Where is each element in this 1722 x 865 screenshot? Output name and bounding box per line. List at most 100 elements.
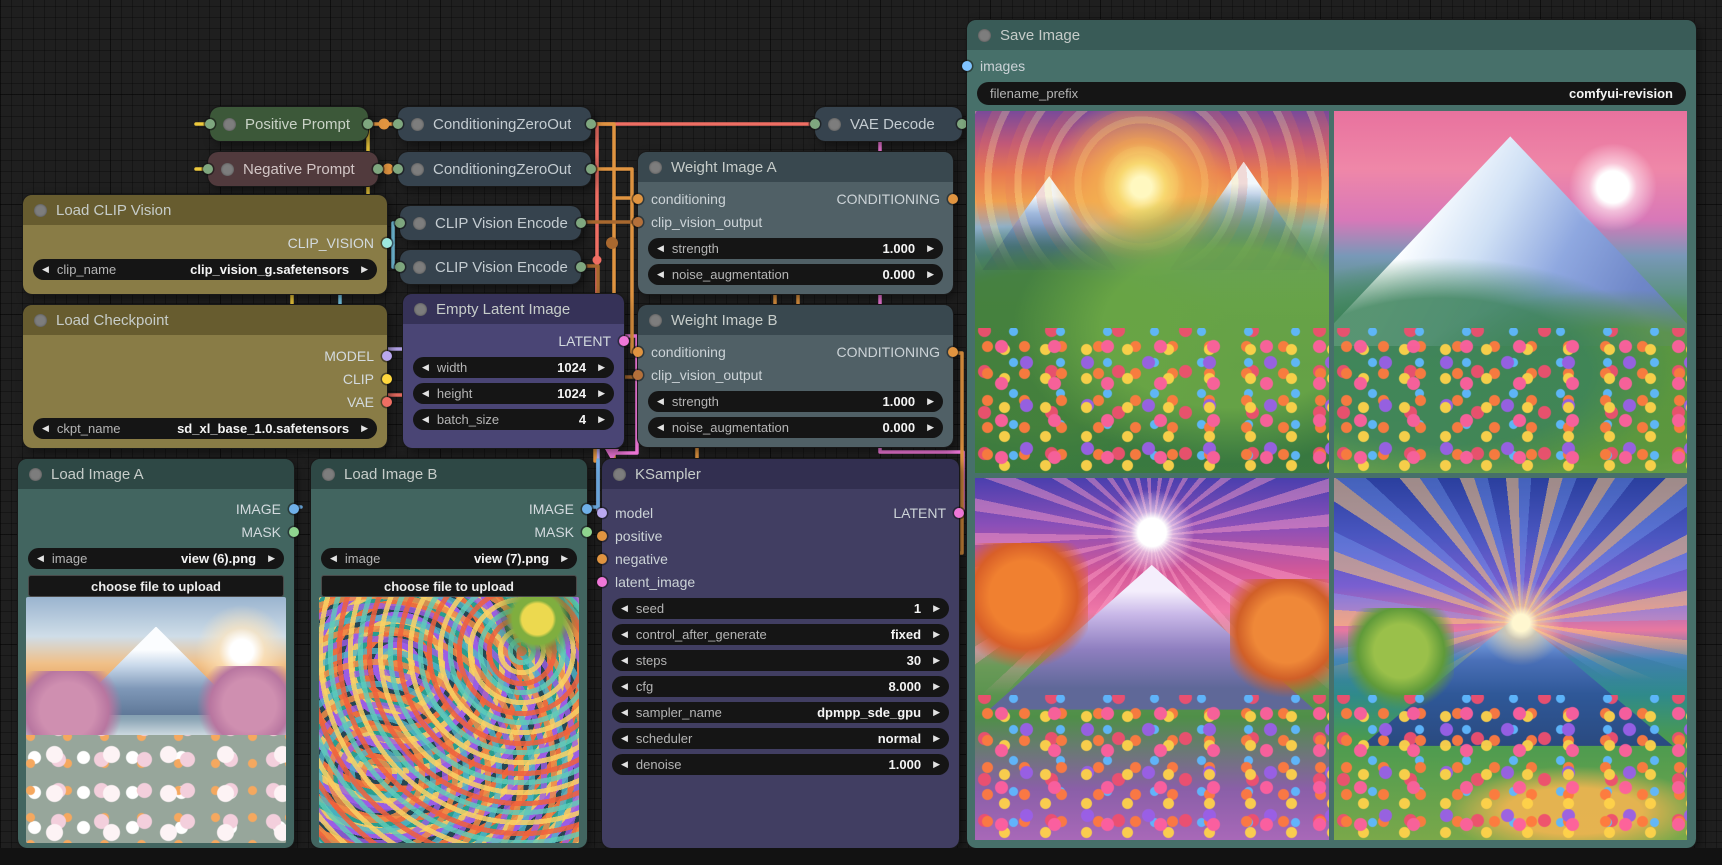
positive-input-dot[interactable]	[597, 531, 607, 541]
increment-arrow-icon[interactable]: ▶	[598, 389, 605, 398]
increment-arrow-icon[interactable]: ▶	[933, 604, 940, 613]
image-output-dot[interactable]	[582, 504, 592, 514]
decrement-arrow-icon[interactable]: ◀	[621, 656, 628, 665]
latent-output-dot[interactable]	[619, 336, 629, 346]
conditioning-input-dot[interactable]	[633, 347, 643, 357]
widget-image[interactable]: ◀ image view (6).png ▶	[28, 548, 284, 569]
increment-arrow-icon[interactable]: ▶	[561, 554, 568, 563]
node-empty-latent-image[interactable]: Empty Latent Image LATENT ◀ width 1024 ▶…	[403, 294, 624, 448]
widget-image[interactable]: ◀ image view (7).png ▶	[321, 548, 577, 569]
increment-arrow-icon[interactable]: ▶	[268, 554, 275, 563]
collapse-dot[interactable]	[649, 314, 662, 327]
comfyui-canvas[interactable]: { "icons": {"left_arrow": "◀", "right_ar…	[0, 0, 1722, 865]
collapse-dot[interactable]	[414, 303, 427, 316]
node-weight-image-b[interactable]: Weight Image B conditioning CONDITIONING…	[638, 305, 953, 447]
widget-cfg[interactable]: ◀ cfg 8.000 ▶	[612, 676, 949, 697]
collapsed-output-pin[interactable]	[576, 218, 586, 228]
collapsed-output-pin[interactable]	[373, 164, 383, 174]
decrement-arrow-icon[interactable]: ◀	[621, 630, 628, 639]
increment-arrow-icon[interactable]: ▶	[933, 630, 940, 639]
node-clip-vision-encode-2[interactable]: CLIP Vision Encode	[400, 250, 581, 284]
latent-image-input-dot[interactable]	[597, 577, 607, 587]
widget-sampler-name[interactable]: ◀ sampler_name dpmpp_sde_gpu ▶	[612, 702, 949, 723]
collapsed-input-pin[interactable]	[393, 164, 403, 174]
collapsed-input-pin[interactable]	[203, 164, 213, 174]
widget-noise-augmentation[interactable]: ◀ noise_augmentation 0.000 ▶	[648, 264, 943, 285]
increment-arrow-icon[interactable]: ▶	[933, 682, 940, 691]
collapsed-input-pin[interactable]	[205, 119, 215, 129]
collapse-dot[interactable]	[29, 468, 42, 481]
collapse-dot[interactable]	[613, 468, 626, 481]
node-header[interactable]: Weight Image A	[638, 152, 953, 182]
widget-steps[interactable]: ◀ steps 30 ▶	[612, 650, 949, 671]
widget-control-after-generate[interactable]: ◀ control_after_generate fixed ▶	[612, 624, 949, 645]
node-header[interactable]: Save Image	[967, 20, 1696, 50]
widget-filename-prefix[interactable]: filename_prefix comfyui-revision	[977, 82, 1686, 105]
collapse-dot[interactable]	[322, 468, 335, 481]
node-header[interactable]: Load Image A	[18, 459, 294, 489]
widget-seed[interactable]: ◀ seed 1 ▶	[612, 598, 949, 619]
increment-arrow-icon[interactable]: ▶	[933, 708, 940, 717]
collapse-dot[interactable]	[411, 163, 424, 176]
node-weight-image-a[interactable]: Weight Image A conditioning CONDITIONING…	[638, 152, 953, 294]
latent-output-dot[interactable]	[954, 508, 964, 518]
increment-arrow-icon[interactable]: ▶	[927, 397, 934, 406]
widget-strength[interactable]: ◀ strength 1.000 ▶	[648, 238, 943, 259]
clip-vision-output-input-dot[interactable]	[633, 370, 643, 380]
negative-input-dot[interactable]	[597, 554, 607, 564]
images-input-dot[interactable]	[962, 61, 972, 71]
collapsed-output-pin[interactable]	[363, 119, 373, 129]
collapsed-input-pin[interactable]	[395, 262, 405, 272]
increment-arrow-icon[interactable]: ▶	[933, 656, 940, 665]
widget-clip-name[interactable]: ◀ clip_name clip_vision_g.safetensors ▶	[33, 259, 377, 280]
node-load-image-a[interactable]: Load Image A IMAGE MASK ◀ image view (6)…	[18, 459, 294, 848]
clip-vision-output-dot[interactable]	[382, 238, 392, 248]
increment-arrow-icon[interactable]: ▶	[598, 363, 605, 372]
model-input-dot[interactable]	[597, 508, 607, 518]
increment-arrow-icon[interactable]: ▶	[598, 415, 605, 424]
collapsed-output-pin[interactable]	[586, 164, 596, 174]
node-load-image-b[interactable]: Load Image B IMAGE MASK ◀ image view (7)…	[311, 459, 587, 848]
widget-batch-size[interactable]: ◀ batch_size 4 ▶	[413, 409, 614, 430]
collapse-dot[interactable]	[221, 163, 234, 176]
decrement-arrow-icon[interactable]: ◀	[422, 415, 429, 424]
node-header[interactable]: Load Image B	[311, 459, 587, 489]
decrement-arrow-icon[interactable]: ◀	[621, 682, 628, 691]
decrement-arrow-icon[interactable]: ◀	[621, 760, 628, 769]
node-save-image[interactable]: Save Image images filename_prefix comfyu…	[967, 20, 1696, 848]
vae-output-dot[interactable]	[382, 397, 392, 407]
clip-output-dot[interactable]	[382, 374, 392, 384]
node-positive-prompt[interactable]: Positive Prompt	[210, 107, 368, 141]
decrement-arrow-icon[interactable]: ◀	[621, 604, 628, 613]
collapse-dot[interactable]	[413, 261, 426, 274]
collapse-dot[interactable]	[649, 161, 662, 174]
node-header[interactable]: Weight Image B	[638, 305, 953, 335]
widget-denoise[interactable]: ◀ denoise 1.000 ▶	[612, 754, 949, 775]
decrement-arrow-icon[interactable]: ◀	[42, 265, 49, 274]
collapsed-input-pin[interactable]	[810, 119, 820, 129]
increment-arrow-icon[interactable]: ▶	[927, 270, 934, 279]
decrement-arrow-icon[interactable]: ◀	[422, 363, 429, 372]
widget-noise-augmentation[interactable]: ◀ noise_augmentation 0.000 ▶	[648, 417, 943, 438]
decrement-arrow-icon[interactable]: ◀	[657, 397, 664, 406]
collapse-dot[interactable]	[411, 118, 424, 131]
node-header[interactable]: KSampler	[602, 459, 959, 489]
node-load-checkpoint[interactable]: Load Checkpoint MODEL CLIP VAE ◀ ckpt_na…	[23, 305, 387, 448]
collapse-dot[interactable]	[978, 29, 991, 42]
node-header[interactable]: Load Checkpoint	[23, 305, 387, 335]
collapse-dot[interactable]	[34, 314, 47, 327]
choose-file-button[interactable]: choose file to upload	[321, 575, 577, 597]
node-clip-vision-encode-1[interactable]: CLIP Vision Encode	[400, 206, 581, 240]
collapse-dot[interactable]	[223, 118, 236, 131]
decrement-arrow-icon[interactable]: ◀	[621, 708, 628, 717]
decrement-arrow-icon[interactable]: ◀	[422, 389, 429, 398]
collapse-dot[interactable]	[34, 204, 47, 217]
increment-arrow-icon[interactable]: ▶	[361, 424, 368, 433]
collapsed-input-pin[interactable]	[393, 119, 403, 129]
mask-output-dot[interactable]	[582, 527, 592, 537]
node-conditioning-zero-out-1[interactable]: ConditioningZeroOut	[398, 107, 591, 141]
node-header[interactable]: Empty Latent Image	[403, 294, 624, 324]
model-output-dot[interactable]	[382, 351, 392, 361]
node-conditioning-zero-out-2[interactable]: ConditioningZeroOut	[398, 152, 591, 186]
conditioning-input-dot[interactable]	[633, 194, 643, 204]
